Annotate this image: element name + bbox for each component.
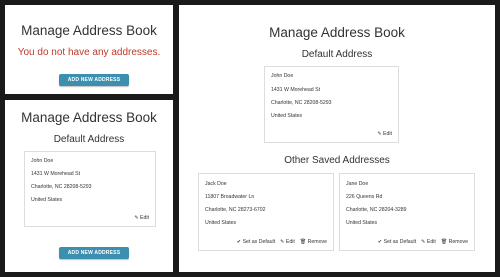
address-city: Charlotte, NC 28208-5293	[271, 100, 332, 106]
page-title: Manage Address Book	[21, 23, 157, 38]
address-name: Jane Doe	[346, 181, 369, 187]
pencil-icon: ✎	[280, 238, 285, 245]
pencil-icon: ✎	[377, 130, 382, 137]
card-actions: ✎ Edit	[377, 131, 392, 137]
address-name: Jack Doe	[205, 181, 227, 187]
address-country: United States	[346, 220, 378, 226]
empty-state-panel: Manage Address Book You do not have any …	[5, 5, 173, 94]
address-street: 1431 W Morehead St	[31, 171, 81, 177]
edit-label: Edit	[383, 131, 392, 137]
address-name: John Doe	[271, 73, 294, 79]
address-country: United States	[205, 220, 237, 226]
remove-label: Remove	[307, 239, 327, 245]
default-address-heading: Default Address	[301, 49, 373, 60]
set-default-label: Set as Default	[242, 239, 276, 245]
add-address-button[interactable]: ADD NEW ADDRESS	[59, 74, 129, 86]
set-default-link[interactable]: ✔ Set as Default	[378, 239, 416, 245]
default-only-panel: Manage Address Book Default Address John…	[5, 100, 173, 272]
address-street: 11807 Broadwater Ln	[205, 194, 255, 200]
default-address-card: John Doe 1431 W Morehead St Charlotte, N…	[264, 66, 399, 143]
edit-label: Edit	[285, 239, 295, 245]
remove-label: Remove	[448, 239, 468, 245]
address-street: 1431 W Morehead St	[271, 87, 321, 93]
card-actions: ✔ Set as Default ✎ Edit 🗑 Remove	[378, 239, 468, 245]
page-title: Manage Address Book	[269, 25, 405, 40]
add-address-button[interactable]: ADD NEW ADDRESS	[59, 247, 129, 259]
check-icon: ✔	[377, 238, 383, 245]
card-actions: ✎ Edit	[134, 215, 149, 221]
address-country: United States	[31, 197, 63, 203]
full-address-panel: Manage Address Book Default Address John…	[179, 5, 495, 272]
card-actions: ✔ Set as Default ✎ Edit 🗑 Remove	[237, 239, 327, 245]
edit-link[interactable]: ✎ Edit	[134, 215, 149, 221]
address-city: Charlotte, NC 28208-5293	[31, 184, 92, 190]
address-street: 226 Queens Rd	[346, 194, 383, 200]
address-city: Charlotte, NC 28204-3289	[346, 207, 407, 213]
empty-message: You do not have any addresses.	[17, 47, 161, 58]
page-title: Manage Address Book	[21, 110, 157, 125]
address-country: United States	[271, 113, 303, 119]
address-card: Jane Doe 226 Queens Rd Charlotte, NC 282…	[339, 173, 475, 251]
default-address-heading: Default Address	[53, 134, 125, 145]
trash-icon: 🗑	[440, 238, 448, 245]
pencil-icon: ✎	[134, 214, 139, 221]
check-icon: ✔	[236, 238, 242, 245]
edit-link[interactable]: ✎ Edit	[421, 239, 436, 245]
set-default-label: Set as Default	[383, 239, 417, 245]
address-card: Jack Doe 11807 Broadwater Ln Charlotte, …	[198, 173, 334, 251]
set-default-link[interactable]: ✔ Set as Default	[237, 239, 275, 245]
edit-label: Edit	[140, 215, 149, 221]
edit-link[interactable]: ✎ Edit	[377, 131, 392, 137]
edit-label: Edit	[426, 239, 436, 245]
pencil-icon: ✎	[421, 238, 426, 245]
edit-link[interactable]: ✎ Edit	[280, 239, 295, 245]
address-name: John Doe	[31, 158, 54, 164]
remove-link[interactable]: 🗑 Remove	[300, 239, 327, 245]
trash-icon: 🗑	[299, 238, 307, 245]
other-addresses-heading: Other Saved Addresses	[284, 155, 390, 166]
default-address-card: John Doe 1431 W Morehead St Charlotte, N…	[24, 151, 156, 227]
remove-link[interactable]: 🗑 Remove	[441, 239, 468, 245]
address-city: Charlotte, NC 28273-6702	[205, 207, 266, 213]
